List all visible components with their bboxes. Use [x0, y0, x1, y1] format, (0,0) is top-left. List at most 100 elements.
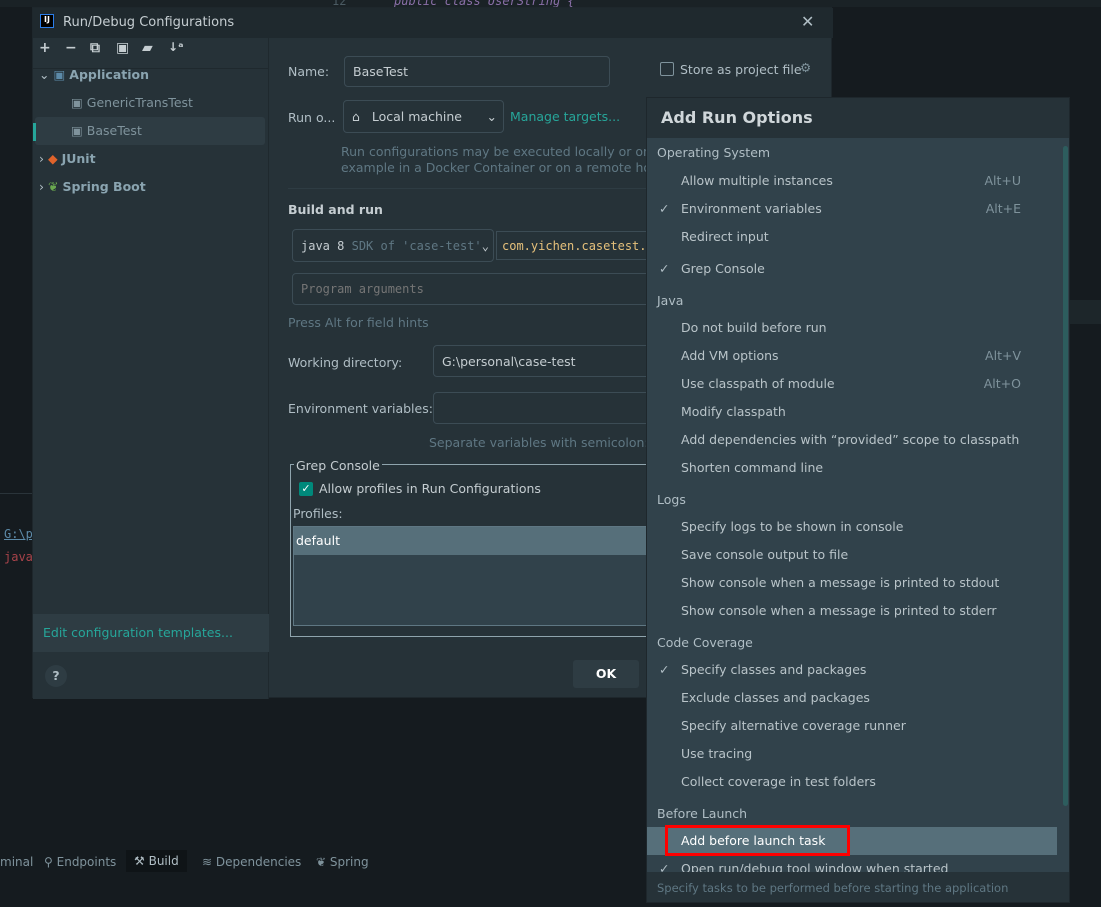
build-and-run-heading: Build and run: [288, 202, 383, 217]
edit-templates-link[interactable]: Edit configuration templates...: [43, 625, 233, 640]
option-label: Exclude classes and packages: [681, 690, 870, 705]
option-item-save-console-output-to-file[interactable]: Save console output to file: [647, 541, 1057, 569]
option-item-redirect-input[interactable]: Redirect input: [647, 223, 1057, 251]
tool-tab-endpoints[interactable]: ⚲ Endpoints: [44, 853, 116, 871]
intellij-logo-icon: IJ: [40, 14, 54, 28]
jdk-sub: SDK of 'case-test': [351, 238, 482, 253]
config-tree-panel: + − ⧉ ▣ ▰ ↓ᵃ ⌄ ▣ Application ▣ GenericTr…: [33, 38, 269, 699]
tree-label: Application: [69, 67, 149, 82]
option-item-add-vm-options[interactable]: Add VM options Alt+V: [647, 342, 1057, 370]
add-icon[interactable]: +: [39, 40, 51, 56]
tree-group-junit[interactable]: › ◆ JUnit: [33, 145, 265, 173]
tool-tab-dependencies[interactable]: ≋ Dependencies: [202, 853, 301, 871]
chevron-down-icon: ⌄: [481, 238, 489, 253]
option-item-show-console-when-a-message-is-printed-to-stdout[interactable]: Show console when a message is printed t…: [647, 569, 1057, 597]
tab-label: Build: [148, 854, 179, 868]
run-on-hint: Run configurations may be executed local…: [341, 144, 672, 159]
checkmark-icon: ✓: [659, 261, 670, 276]
store-project-checkbox[interactable]: [660, 62, 674, 76]
option-category-before-launch: Before Launch: [647, 800, 1057, 828]
option-item-exclude-classes-and-packages[interactable]: Exclude classes and packages: [647, 684, 1057, 712]
name-value: BaseTest: [353, 64, 409, 79]
option-label: Add VM options: [681, 348, 779, 363]
tree-group-spring-boot[interactable]: › ❦ Spring Boot: [33, 173, 265, 201]
remove-icon[interactable]: −: [65, 40, 77, 56]
option-label: Operating System: [657, 145, 771, 160]
option-label: Specify alternative coverage runner: [681, 718, 906, 733]
dialog-title: Run/Debug Configurations: [63, 15, 235, 30]
option-item-add-dependencies-with-provided-scope-to-classpath[interactable]: Add dependencies with “provided” scope t…: [647, 426, 1057, 454]
spring-leaf-icon: ❦: [316, 855, 327, 869]
option-label: Shorten command line: [681, 460, 824, 475]
alt-hint: Press Alt for field hints: [288, 315, 429, 330]
option-item-collect-coverage-in-test-folders[interactable]: Collect coverage in test folders: [647, 768, 1057, 796]
save-icon[interactable]: ▣: [116, 40, 129, 56]
option-label: Redirect input: [681, 229, 769, 244]
option-category-logs: Logs: [647, 486, 1057, 514]
jdk-select[interactable]: java 8 SDK of 'case-test' ⌄: [292, 229, 494, 262]
tool-tab-spring[interactable]: ❦ Spring: [316, 853, 369, 871]
tree-group-application[interactable]: ⌄ ▣ Application: [33, 61, 265, 89]
option-item-use-classpath-of-module[interactable]: Use classpath of module Alt+O: [647, 370, 1057, 398]
add-run-options-popup: Add Run Options Operating System Allow mu…: [646, 97, 1070, 903]
sort-icon[interactable]: ↓ᵃ: [168, 40, 184, 54]
profiles-list: default: [293, 526, 693, 626]
option-item-modify-classpath[interactable]: Modify classpath: [647, 398, 1057, 426]
tree-item-generictranstest[interactable]: ▣ GenericTransTest: [33, 89, 265, 117]
run-on-value: Local machine: [371, 109, 462, 124]
application-icon: ▣: [53, 67, 66, 82]
option-item-allow-multiple-instances[interactable]: Allow multiple instances Alt+U: [647, 167, 1057, 195]
option-label: Save console output to file: [681, 547, 849, 562]
shortcut-label: Alt+U: [984, 173, 1021, 188]
option-item-environment-variables[interactable]: Environment variables ✓ Alt+E: [647, 195, 1057, 223]
application-icon: ▣: [71, 95, 83, 110]
shortcut-label: Alt+O: [983, 376, 1021, 391]
console-path-link[interactable]: G:\p: [4, 527, 33, 541]
ok-button[interactable]: OK: [573, 660, 639, 688]
option-label: Logs: [657, 492, 686, 507]
option-label: Do not build before run: [681, 320, 827, 335]
new-folder-icon[interactable]: ▰: [142, 40, 153, 56]
option-label: Specify classes and packages: [681, 662, 867, 677]
tab-label: Endpoints: [56, 855, 117, 869]
tool-tab-build[interactable]: ⚒ Build: [126, 850, 187, 872]
hammer-icon: ⚒: [134, 854, 145, 868]
env-vars-hint: Separate variables with semicolon: VA: [429, 435, 669, 450]
option-item-specify-alternative-coverage-runner[interactable]: Specify alternative coverage runner: [647, 712, 1057, 740]
option-item-specify-classes-and-packages[interactable]: Specify classes and packages ✓: [647, 656, 1057, 684]
chevron-right-icon: ›: [39, 151, 44, 166]
chevron-down-icon: ⌄: [39, 67, 50, 82]
tree-item-basetest[interactable]: ▣ BaseTest: [35, 117, 265, 145]
option-item-specify-logs-to-be-shown-in-console[interactable]: Specify logs to be shown in console: [647, 513, 1057, 541]
scrollbar[interactable]: [1063, 146, 1068, 806]
run-on-select[interactable]: ⌂ Local machine ⌄: [343, 100, 504, 133]
tab-label: Spring: [329, 855, 369, 869]
option-label: Before Launch: [657, 806, 748, 821]
option-item-grep-console[interactable]: Grep Console ✓: [647, 255, 1057, 283]
allow-profiles-checkbox[interactable]: ✓: [299, 482, 313, 496]
working-dir-label: Working directory:: [288, 355, 403, 370]
option-item-show-console-when-a-message-is-printed-to-stderr[interactable]: Show console when a message is printed t…: [647, 597, 1057, 625]
run-on-hint: example in a Docker Container or on a re…: [341, 160, 663, 175]
option-item-do-not-build-before-run[interactable]: Do not build before run: [647, 314, 1057, 342]
copy-icon[interactable]: ⧉: [90, 40, 100, 56]
dialog-titlebar[interactable]: IJ Run/Debug Configurations ✕: [33, 8, 833, 38]
option-category-operating-system: Operating System: [647, 139, 1057, 167]
manage-targets-link[interactable]: Manage targets...: [510, 109, 620, 124]
tool-tab-terminal[interactable]: minal: [0, 853, 33, 871]
selection-marker: [33, 123, 36, 141]
profiles-label: Profiles:: [293, 506, 343, 521]
tree-label: BaseTest: [86, 123, 142, 138]
close-icon[interactable]: ✕: [801, 12, 814, 31]
program-arguments-input[interactable]: [292, 273, 692, 305]
help-button[interactable]: ?: [45, 665, 67, 687]
option-item-shorten-command-line[interactable]: Shorten command line: [647, 454, 1057, 482]
layers-icon: ≋: [202, 855, 213, 869]
profile-item-default[interactable]: default: [294, 527, 692, 555]
option-item-use-tracing[interactable]: Use tracing: [647, 740, 1057, 768]
run-on-label: Run o...: [288, 110, 336, 125]
tree-label: JUnit: [61, 151, 96, 166]
option-category-java: Java: [647, 287, 1057, 315]
gear-icon[interactable]: ⚙: [800, 60, 811, 75]
name-input[interactable]: BaseTest: [344, 56, 610, 87]
